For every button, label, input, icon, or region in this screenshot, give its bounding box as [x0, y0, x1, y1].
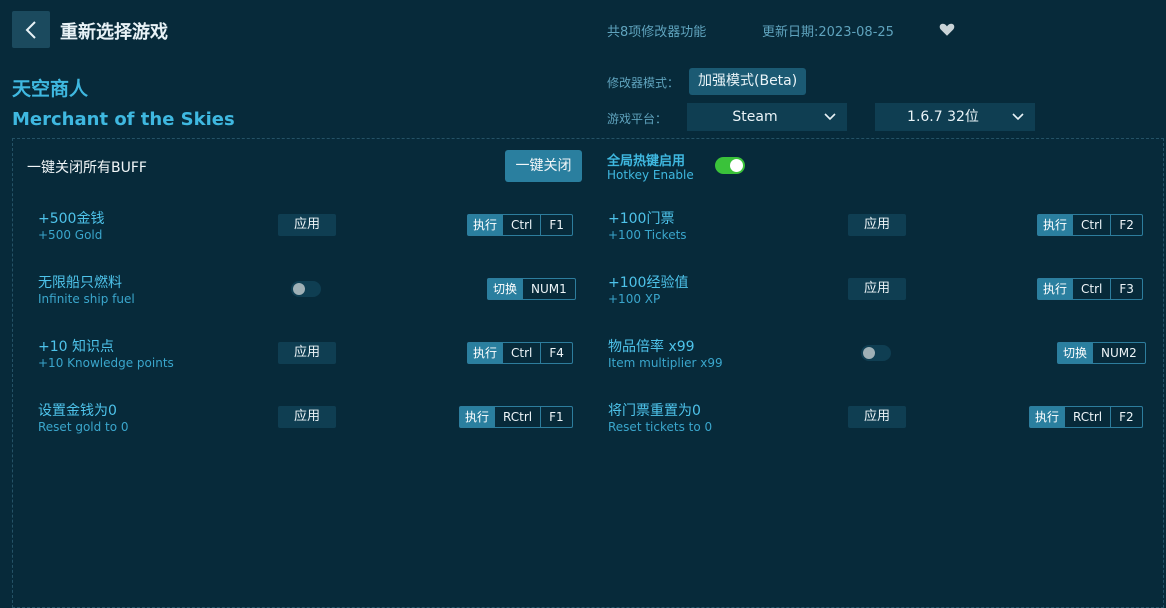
apply-button[interactable]: 应用 — [848, 406, 906, 428]
toggle-knob — [863, 347, 875, 359]
option-label-cn: +100门票 — [608, 211, 675, 227]
page-title: 重新选择游戏 — [60, 22, 168, 43]
key: F2 — [1110, 407, 1142, 427]
close-all-button[interactable]: 一键关闭 — [505, 150, 582, 182]
option-label-en: +100 XP — [608, 292, 661, 306]
apply-button[interactable]: 应用 — [278, 214, 336, 236]
key: F2 — [1110, 215, 1142, 235]
option-label-en: Reset gold to 0 — [38, 420, 129, 434]
key-action: 执行 — [468, 343, 503, 363]
back-button[interactable] — [12, 11, 50, 48]
hotkey-keys[interactable]: 执行 Ctrl F4 — [467, 342, 573, 364]
game-name-en: Merchant of the Skies — [12, 109, 235, 130]
key: F3 — [1110, 279, 1142, 299]
apply-button[interactable]: 应用 — [848, 278, 906, 300]
key: Ctrl — [1072, 215, 1110, 235]
toggle-knob — [293, 283, 305, 295]
hotkey-keys[interactable]: 执行 Ctrl F3 — [1037, 278, 1143, 300]
key: F1 — [540, 215, 572, 235]
heart-icon[interactable] — [938, 20, 956, 38]
option-label-en: +500 Gold — [38, 228, 103, 242]
hotkey-label-en: Hotkey Enable — [607, 168, 694, 182]
apply-button[interactable]: 应用 — [278, 342, 336, 364]
chevron-down-icon — [1012, 113, 1024, 121]
option-label-cn: 将门票重置为0 — [608, 403, 701, 419]
key: Ctrl — [1072, 279, 1110, 299]
hotkey-label-cn: 全局热键启用 — [607, 154, 686, 169]
update-date: 更新日期:2023-08-25 — [762, 25, 894, 40]
option-label-cn: +500金钱 — [38, 211, 105, 227]
hotkey-keys[interactable]: 切换 NUM1 — [487, 278, 576, 300]
key: NUM2 — [1092, 343, 1145, 363]
apply-button[interactable]: 应用 — [848, 214, 906, 236]
option-label-en: +100 Tickets — [608, 228, 687, 242]
option-label-cn: +10 知识点 — [38, 339, 114, 355]
key-action: 执行 — [1030, 407, 1065, 427]
close-all-label: 一键关闭所有BUFF — [27, 160, 147, 176]
hotkey-keys[interactable]: 执行 Ctrl F2 — [1037, 214, 1143, 236]
chevron-left-icon — [25, 20, 36, 39]
key: Ctrl — [502, 343, 540, 363]
platform-label: 游戏平台： — [607, 112, 668, 126]
version-value: 1.6.7 32位 — [907, 109, 979, 125]
key-action: 执行 — [1038, 215, 1073, 235]
hotkey-toggle[interactable] — [715, 157, 745, 174]
option-label-en: +10 Knowledge points — [38, 356, 174, 370]
platform-value: Steam — [732, 109, 778, 125]
key: RCtrl — [494, 407, 540, 427]
hotkey-keys[interactable]: 执行 RCtrl F2 — [1029, 406, 1143, 428]
hotkey-keys[interactable]: 执行 RCtrl F1 — [459, 406, 573, 428]
version-select[interactable]: 1.6.7 32位 — [875, 103, 1035, 131]
option-toggle[interactable] — [861, 345, 891, 361]
option-label-en: Item multiplier x99 — [608, 356, 723, 370]
option-label-cn: 无限船只燃料 — [38, 275, 122, 291]
key: Ctrl — [502, 215, 540, 235]
hotkey-keys[interactable]: 执行 Ctrl F1 — [467, 214, 573, 236]
chevron-down-icon — [824, 113, 836, 121]
option-label-en: Infinite ship fuel — [38, 292, 135, 306]
game-name-cn: 天空商人 — [12, 78, 89, 100]
key-action: 执行 — [460, 407, 495, 427]
key-action: 执行 — [1038, 279, 1073, 299]
key-action: 切换 — [488, 279, 523, 299]
toggle-knob — [730, 159, 743, 172]
key-action: 切换 — [1058, 343, 1093, 363]
option-label-cn: +100经验值 — [608, 275, 689, 291]
apply-button[interactable]: 应用 — [278, 406, 336, 428]
feature-count: 共8项修改器功能 — [607, 25, 707, 40]
platform-select[interactable]: Steam — [687, 103, 847, 131]
key-action: 执行 — [468, 215, 503, 235]
options-panel — [12, 138, 1164, 608]
option-label-cn: 物品倍率 x99 — [608, 339, 695, 355]
key: F4 — [540, 343, 572, 363]
option-toggle[interactable] — [291, 281, 321, 297]
mode-label: 修改器模式： — [607, 76, 680, 90]
option-label-en: Reset tickets to 0 — [608, 420, 713, 434]
option-label-cn: 设置金钱为0 — [38, 403, 117, 419]
key: F1 — [540, 407, 572, 427]
key: NUM1 — [522, 279, 575, 299]
hotkey-keys[interactable]: 切换 NUM2 — [1057, 342, 1146, 364]
key: RCtrl — [1064, 407, 1110, 427]
mode-badge[interactable]: 加强模式(Beta) — [689, 68, 807, 95]
